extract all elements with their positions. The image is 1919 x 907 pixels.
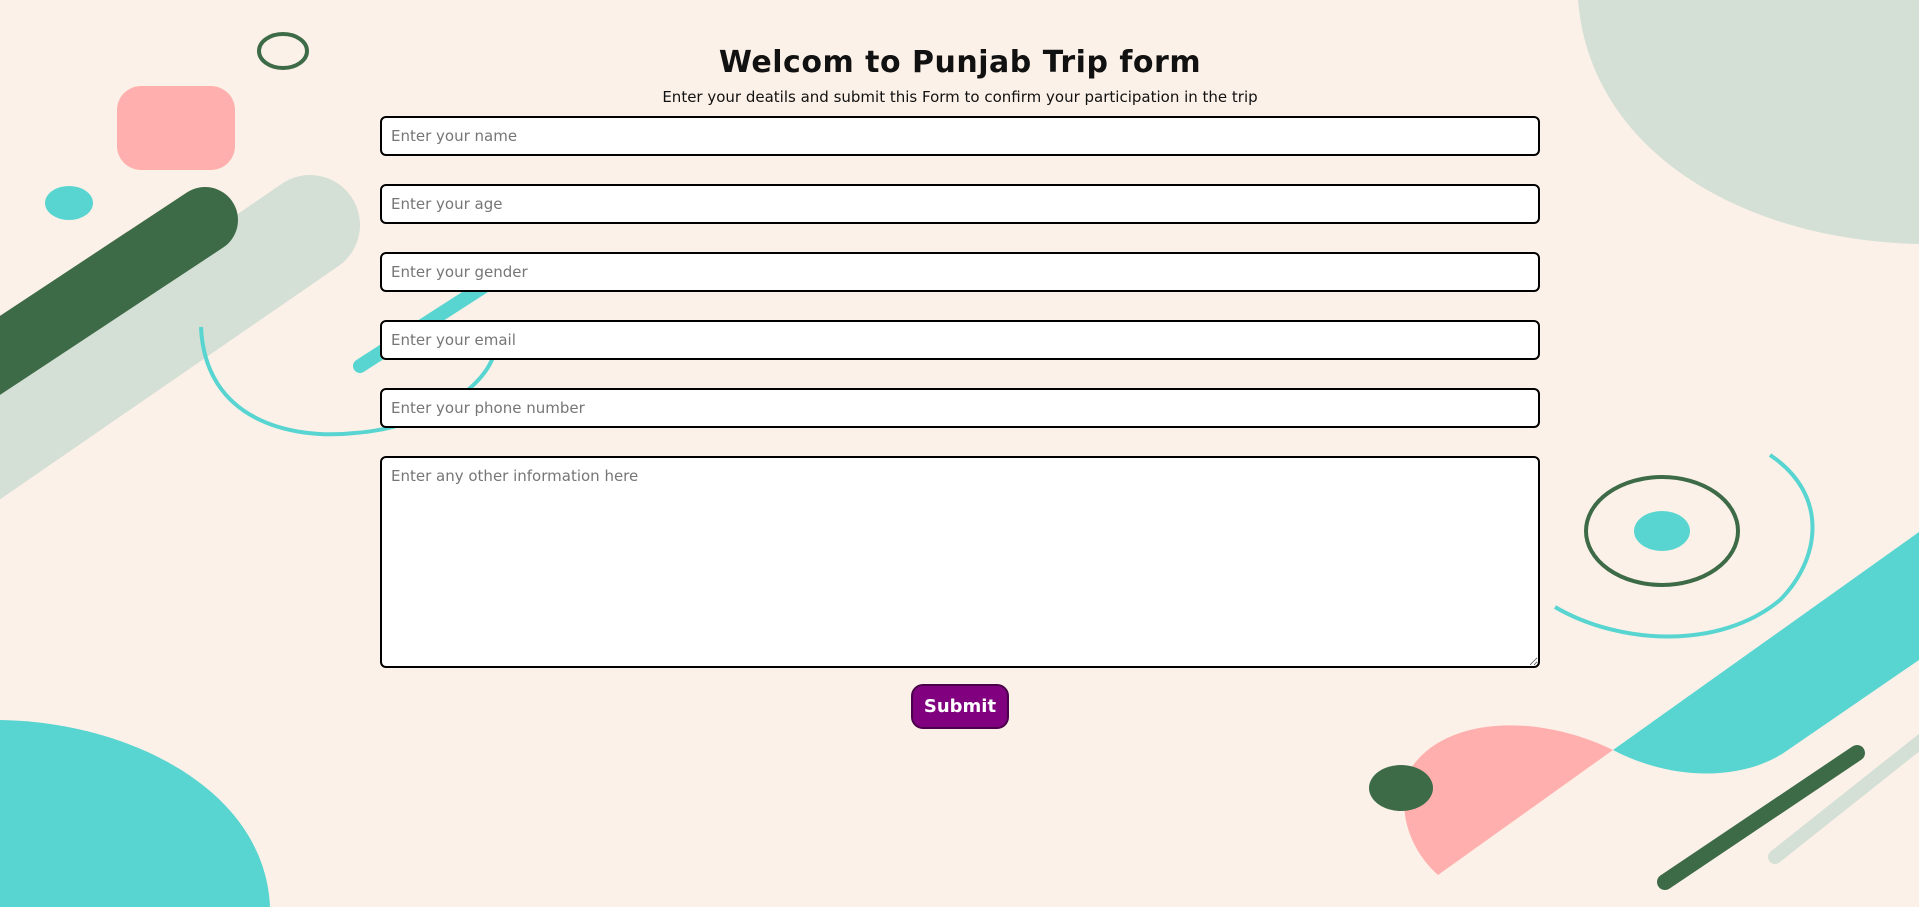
sage-corner-blob (1578, 0, 1919, 244)
age-input[interactable] (380, 184, 1540, 224)
green-dot-bottom (1369, 765, 1433, 811)
turquoise-wedge-right (1613, 532, 1919, 774)
name-input[interactable] (380, 116, 1540, 156)
form-title: Welcom to Punjab Trip form (718, 45, 1202, 80)
turquoise-dot-left (45, 186, 93, 220)
form-subtitle: Enter your deatils and submit this Form … (662, 88, 1258, 106)
pink-rounded-square (117, 86, 235, 170)
pink-half-circle (1404, 725, 1613, 875)
turquoise-semicircle-left (0, 720, 270, 907)
turquoise-dot-right (1634, 511, 1690, 551)
green-ring-small (257, 32, 309, 70)
trip-form: Welcom to Punjab Trip form Enter your de… (380, 40, 1540, 729)
page: Welcom to Punjab Trip form Enter your de… (0, 0, 1919, 907)
turquoise-arc-right (1553, 453, 1815, 639)
gender-input[interactable] (380, 252, 1540, 292)
email-input[interactable] (380, 320, 1540, 360)
submit-button[interactable]: Submit (911, 684, 1009, 729)
other-info-textarea[interactable] (380, 456, 1540, 668)
phone-input[interactable] (380, 388, 1540, 428)
